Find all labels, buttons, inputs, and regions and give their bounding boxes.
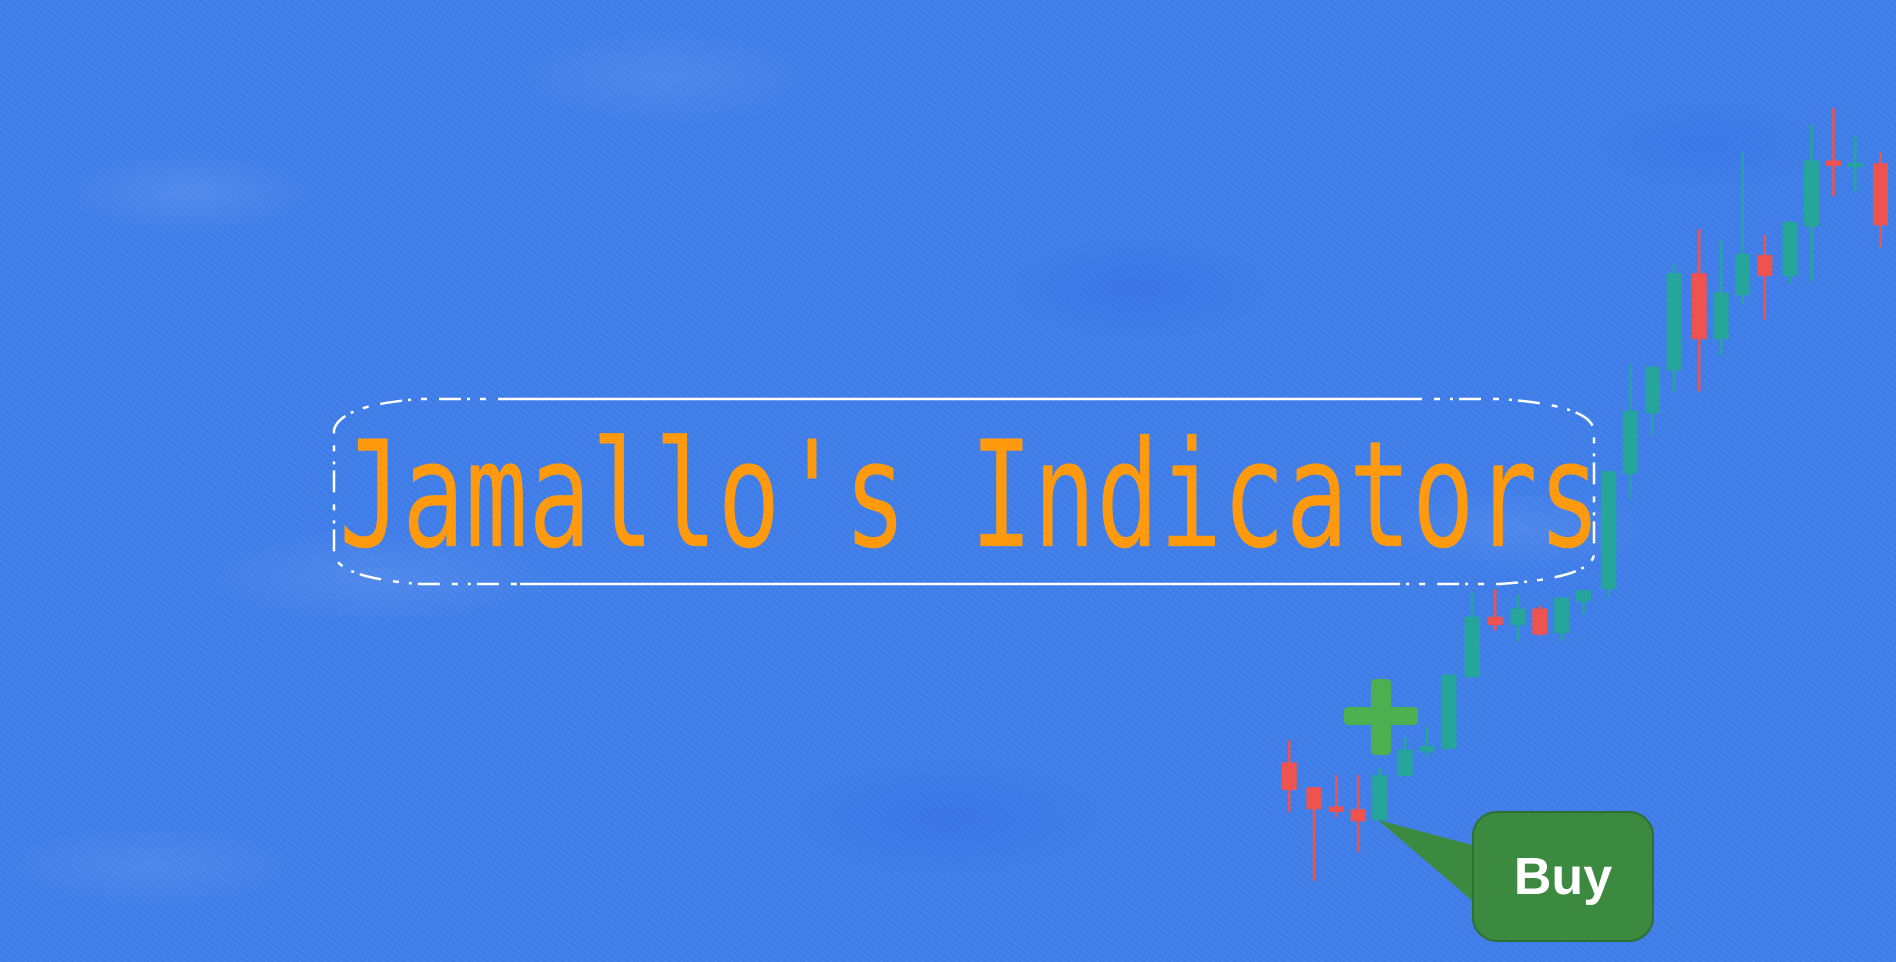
bullish-candle (1645, 366, 1661, 436)
bearish-candle (1825, 108, 1841, 197)
bullish-candle (1510, 594, 1526, 642)
candle-body (1487, 616, 1503, 626)
bearish-candle (1328, 775, 1344, 818)
candle-body (1532, 608, 1548, 635)
candle-body (1735, 253, 1751, 296)
bearish-candle (1350, 775, 1366, 853)
bullish-candle (1622, 363, 1638, 499)
bullish-candle (1554, 597, 1570, 642)
candle-body (1645, 366, 1661, 414)
bullish-candle (1782, 220, 1798, 285)
bullish-candle (1847, 135, 1863, 191)
candle-body (1397, 749, 1413, 777)
bullish-candle (1372, 767, 1388, 821)
bearish-candle (1532, 605, 1548, 637)
candle-body (1328, 806, 1344, 812)
bullish-candle (1441, 674, 1457, 749)
candle-body (1691, 273, 1707, 340)
candle-body (1825, 160, 1841, 166)
bullish-candle (1713, 240, 1729, 356)
bearish-candle (1691, 229, 1707, 392)
candle-body (1419, 745, 1435, 752)
candle-body (1872, 163, 1888, 226)
bearish-candle (1306, 787, 1322, 881)
candle-body (1306, 787, 1322, 810)
bearish-candle (1757, 234, 1773, 320)
bullish-candle (1397, 737, 1413, 777)
buy-signal-label: Buy (1513, 847, 1613, 906)
bullish-candle (1601, 471, 1617, 598)
candle-body (1350, 809, 1366, 822)
candle-body (1554, 597, 1570, 634)
candle-body (1782, 222, 1798, 276)
candle-body (1666, 273, 1682, 371)
bullish-candle (1419, 726, 1435, 757)
candle-body (1804, 160, 1820, 227)
candle-body (1622, 410, 1638, 474)
bearish-candle (1281, 740, 1297, 812)
bullish-candle (1735, 152, 1751, 304)
candle-body (1464, 616, 1480, 678)
bearish-candle (1872, 152, 1888, 248)
banner-title: Jamallo's Indicators (339, 408, 1602, 582)
candle-body (1372, 775, 1388, 821)
bullish-candle (1804, 124, 1820, 282)
bullish-candle (1464, 592, 1480, 678)
bullish-candle (1666, 264, 1682, 392)
candle-body (1713, 292, 1729, 340)
candle-body (1601, 471, 1617, 590)
plus-icon (1344, 679, 1418, 755)
candle-body (1510, 608, 1526, 626)
candle-body (1441, 674, 1457, 749)
candle-body (1281, 762, 1297, 790)
candle-body (1847, 163, 1863, 168)
candle-body (1757, 255, 1773, 276)
